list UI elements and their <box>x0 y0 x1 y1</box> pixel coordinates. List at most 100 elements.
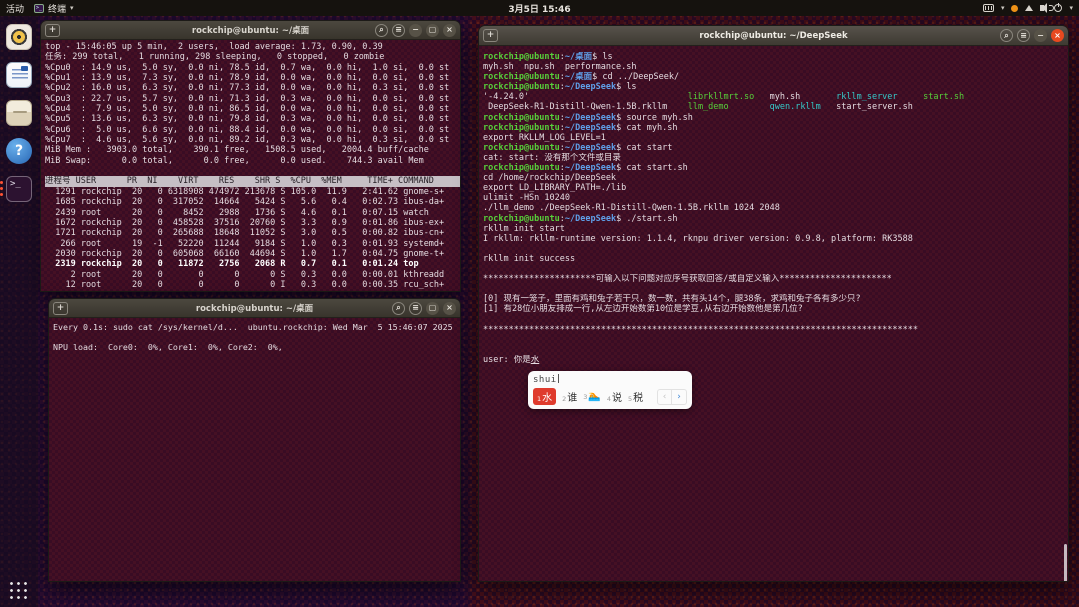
power-icon[interactable] <box>1054 4 1062 12</box>
window-title: rockchip@ubuntu: ~/DeepSeek <box>699 31 847 41</box>
terminal-line: top - 15:46:05 up 5 min, 2 users, load a… <box>45 42 460 52</box>
terminal-line: 2439 root 20 0 8452 2988 1736 S 4.6 0.1 … <box>45 208 460 218</box>
minimize-button[interactable]: − <box>409 24 422 37</box>
titlebar[interactable]: + rockchip@ubuntu: ~/桌面 ⌕ ≡ ▢ × <box>49 299 460 318</box>
terminal-line: rockchip@ubuntu:~/桌面$ cd ../DeepSeek/ <box>483 72 1068 82</box>
terminal-line: export RKLLM_LOG_LEVEL=1 <box>483 133 1068 143</box>
terminal-line: user: 你是水 <box>483 355 1068 365</box>
terminal-line: %Cpu7 : 4.6 us, 5.6 sy, 0.0 ni, 89.2 id,… <box>45 135 460 145</box>
search-icon[interactable]: ⌕ <box>375 24 388 37</box>
terminal-content-deepseek[interactable]: rockchip@ubuntu:~/桌面$ lsmyh.sh npu.sh pe… <box>479 46 1068 581</box>
terminal-line <box>483 284 1068 294</box>
scrollbar-thumb[interactable] <box>1064 544 1067 582</box>
show-applications-button[interactable] <box>9 581 29 601</box>
input-method-chevron-icon[interactable]: ▾ <box>1001 4 1005 12</box>
maximize-button[interactable]: ▢ <box>426 24 439 37</box>
terminal-content-top[interactable]: top - 15:46:05 up 5 min, 2 users, load a… <box>41 40 460 291</box>
ime-next-page-icon[interactable]: › <box>672 390 686 404</box>
terminal-line: %Cpu2 : 16.0 us, 6.3 sy, 0.0 ni, 77.3 id… <box>45 83 460 93</box>
new-tab-button[interactable]: + <box>45 24 60 37</box>
terminal-line: 任务: 299 total, 1 running, 298 sleeping, … <box>45 52 460 62</box>
terminal-line: 2 root 20 0 0 0 0 S 0.3 0.0 0:00.01 kthr… <box>45 270 460 280</box>
terminal-line <box>45 166 460 176</box>
window-title: rockchip@ubuntu: ~/桌面 <box>192 24 309 36</box>
close-button[interactable]: × <box>443 302 456 315</box>
terminal-line: %Cpu1 : 13.9 us, 7.3 sy, 0.0 ni, 78.9 id… <box>45 73 460 83</box>
terminal-line: rkllm init start <box>483 224 1068 234</box>
terminal-line: ****************************************… <box>483 325 1068 335</box>
titlebar[interactable]: + rockchip@ubuntu: ~/桌面 ⌕ ≡ − ▢ × <box>41 21 460 40</box>
terminal-app-icon: >_ <box>34 4 44 13</box>
search-icon[interactable]: ⌕ <box>1000 29 1013 42</box>
new-tab-button[interactable]: + <box>53 302 68 315</box>
ime-candidate[interactable]: 1水 <box>533 388 556 405</box>
terminal-line: 1672 rockchip 20 0 458528 37516 20760 S … <box>45 218 460 228</box>
maximize-button[interactable]: ▢ <box>426 302 439 315</box>
terminal-line: rockchip@ubuntu:~/DeepSeek$ ./start.sh <box>483 214 1068 224</box>
close-button[interactable]: × <box>1051 29 1064 42</box>
terminal-line: cd /home/rockchip/DeepSeek <box>483 173 1068 183</box>
ime-candidate[interactable]: 2谁 <box>562 389 577 404</box>
ime-prev-page-icon[interactable]: ‹ <box>658 390 672 404</box>
terminal-content-watch[interactable]: Every 0.1s: sudo cat /sys/kernel/d... ub… <box>49 318 460 581</box>
input-method-icon[interactable] <box>983 4 994 12</box>
menu-icon[interactable]: ≡ <box>409 302 422 315</box>
menu-icon[interactable]: ≡ <box>1017 29 1030 42</box>
terminal-line: [1] 有28位小朋友排成一行,从左边开始数第10位是学豆,从右边开始数他是第几… <box>483 304 1068 314</box>
terminal-line: 2319 rockchip 20 0 11872 2756 2068 R 0.7… <box>45 259 460 269</box>
new-tab-button[interactable]: + <box>483 29 498 42</box>
terminal-line: 2030 rockchip 20 0 605068 66160 44694 S … <box>45 249 460 259</box>
dock: ? >_ <box>0 16 38 607</box>
titlebar[interactable]: + rockchip@ubuntu: ~/DeepSeek ⌕ ≡ − × <box>479 26 1068 46</box>
terminal-line: 1685 rockchip 20 0 317052 14664 5424 S 5… <box>45 197 460 207</box>
ime-candidate[interactable]: 5税 <box>628 389 643 404</box>
dock-item-files[interactable] <box>6 100 32 126</box>
terminal-line <box>483 345 1068 355</box>
terminal-line: **********************可输入以下问题对应序号获取回答/或自… <box>483 274 1068 284</box>
ime-candidate[interactable]: 4说 <box>607 389 622 404</box>
terminal-line: cat: start: 没有那个文件或目录 <box>483 153 1068 163</box>
close-button[interactable]: × <box>443 24 456 37</box>
clock[interactable]: 3月5日 15:46 <box>508 2 570 15</box>
terminal-line: NPU load: Core0: 0%, Core1: 0%, Core2: 0… <box>53 342 460 352</box>
terminal-line: %Cpu6 : 5.0 us, 6.6 sy, 0.0 ni, 88.4 id,… <box>45 125 460 135</box>
dock-item-rhythmbox[interactable] <box>6 24 32 50</box>
terminal-line: rockchip@ubuntu:~/DeepSeek$ source myh.s… <box>483 113 1068 123</box>
terminal-line: '-4.24.0' librkllmrt.so myh.sh rkllm_ser… <box>483 92 1068 102</box>
activities-button[interactable]: 活动 <box>6 2 24 15</box>
terminal-line: MiB Swap: 0.0 total, 0.0 free, 0.0 used.… <box>45 156 460 166</box>
search-icon[interactable]: ⌕ <box>392 302 405 315</box>
terminal-line: ./llm_demo ./DeepSeek-R1-Distill-Qwen-1.… <box>483 203 1068 213</box>
top-bar: 活动 >_ 终端 ▾ 3月5日 15:46 ▾ ▾ <box>0 0 1079 16</box>
terminal-line: %Cpu0 : 14.9 us, 5.0 sy, 0.0 ni, 78.5 id… <box>45 63 460 73</box>
app-menu-chevron-icon: ▾ <box>70 4 74 12</box>
minimize-button[interactable]: − <box>1034 29 1047 42</box>
ime-popup: shui 1水2谁3🏊4说5税 ‹ › <box>528 371 692 409</box>
terminal-line: 12 root 20 0 0 0 0 I 0.3 0.0 0:00.35 rcu… <box>45 280 460 290</box>
dock-item-help[interactable]: ? <box>6 138 32 164</box>
terminal-line <box>53 332 460 342</box>
volume-icon[interactable] <box>1040 5 1044 11</box>
dock-item-terminal[interactable]: >_ <box>6 176 32 202</box>
terminal-line <box>483 335 1068 345</box>
network-icon[interactable] <box>1025 5 1033 11</box>
dock-item-libreoffice-writer[interactable] <box>6 62 32 88</box>
terminal-line <box>483 244 1068 254</box>
ime-candidate[interactable]: 3🏊 <box>583 391 601 402</box>
terminal-line: rockchip@ubuntu:~/桌面$ ls <box>483 52 1068 62</box>
window-top-monitor: + rockchip@ubuntu: ~/桌面 ⌕ ≡ − ▢ × top - … <box>40 20 461 292</box>
terminal-line <box>483 314 1068 324</box>
terminal-line: rockchip@ubuntu:~/DeepSeek$ cat myh.sh <box>483 123 1068 133</box>
terminal-line: rockchip@ubuntu:~/DeepSeek$ cat start.sh <box>483 163 1068 173</box>
terminal-line: rockchip@ubuntu:~/DeepSeek$ cat start <box>483 143 1068 153</box>
terminal-line: export LD_LIBRARY_PATH=./lib <box>483 183 1068 193</box>
window-deepseek: + rockchip@ubuntu: ~/DeepSeek ⌕ ≡ − × ro… <box>478 25 1069 582</box>
system-menu-chevron-icon[interactable]: ▾ <box>1069 4 1073 12</box>
terminal-line: I rkllm: rkllm-runtime version: 1.1.4, r… <box>483 234 1068 244</box>
terminal-line: DeepSeek-R1-Distill-Qwen-1.5B.rkllm llm_… <box>483 102 1068 112</box>
ime-caret <box>558 374 559 383</box>
recording-indicator-icon <box>1011 5 1018 12</box>
running-indicator <box>0 181 3 196</box>
focused-app-menu[interactable]: >_ 终端 ▾ <box>34 2 74 15</box>
menu-icon[interactable]: ≡ <box>392 24 405 37</box>
